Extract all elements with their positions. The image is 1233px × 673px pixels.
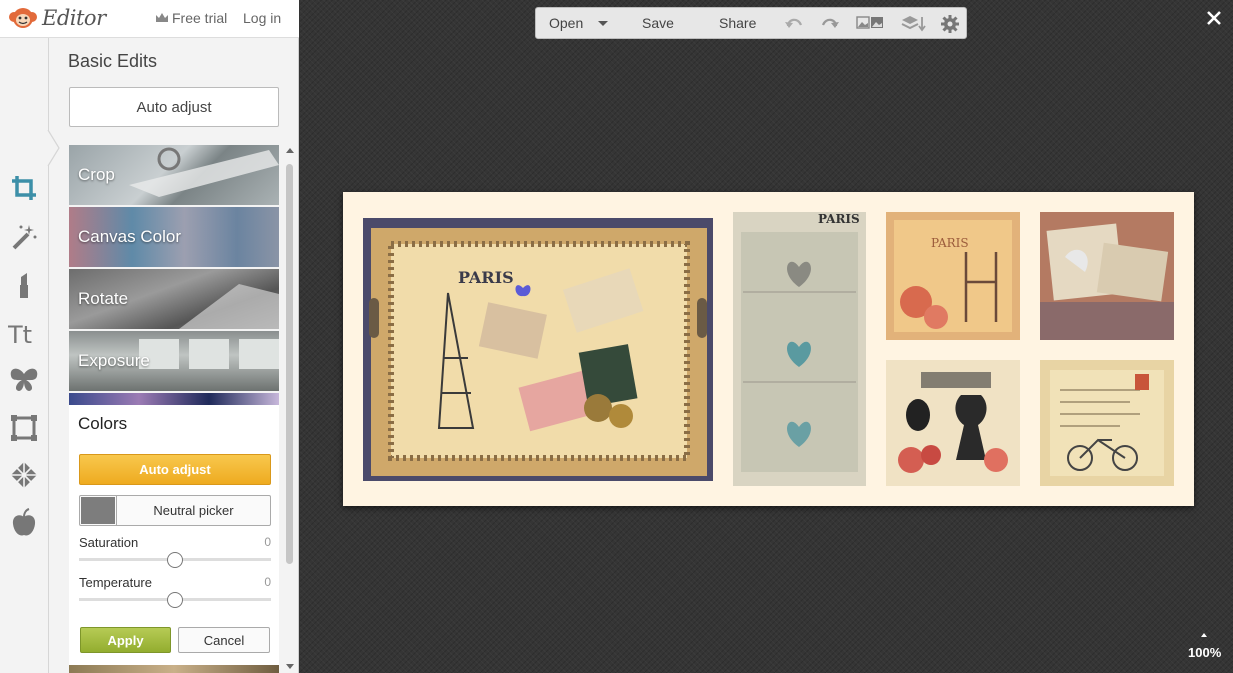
scroll-thumb[interactable] xyxy=(286,164,293,564)
photo-bicycle[interactable] xyxy=(1040,360,1174,486)
photo-hearts[interactable]: PARIS xyxy=(733,212,866,486)
panel-title: Basic Edits xyxy=(68,51,158,71)
tray-title: PARIS xyxy=(458,268,514,287)
panel-scrollbar[interactable] xyxy=(284,146,295,673)
scroll-down-arrow-icon[interactable] xyxy=(286,664,294,669)
compare-icon[interactable] xyxy=(856,14,886,32)
active-tool-pointer xyxy=(47,130,60,166)
photo-chair[interactable]: PARIS xyxy=(886,212,1020,340)
chair-title: PARIS xyxy=(931,236,969,250)
monkey-logo-icon xyxy=(8,6,38,30)
colors-auto-adjust-button[interactable]: Auto adjust xyxy=(79,454,271,485)
colors-panel: Colors Auto adjust Neutral picker Satura… xyxy=(69,405,279,665)
colors-title: Colors xyxy=(78,414,128,433)
next-tile-image xyxy=(69,665,279,673)
crop-tile[interactable]: Crop xyxy=(69,145,279,205)
save-button[interactable]: Save xyxy=(642,8,674,38)
open-label: Open xyxy=(549,15,584,31)
tool-rail: Tt xyxy=(0,38,49,673)
crop-label: Crop xyxy=(78,165,115,184)
photo-postcards[interactable] xyxy=(1040,212,1174,340)
saturation-value: 0 xyxy=(264,535,271,549)
hearts-title: PARIS xyxy=(818,212,860,226)
share-button[interactable]: Share xyxy=(719,8,756,38)
left-panel: Editor Free trial Log in Tt Basic Edits … xyxy=(0,0,299,673)
zoom-level[interactable]: 100% xyxy=(1188,645,1221,660)
layers-icon[interactable] xyxy=(900,14,926,32)
cancel-button[interactable]: Cancel xyxy=(178,627,270,653)
apply-button[interactable]: Apply xyxy=(80,627,171,653)
redo-icon[interactable] xyxy=(820,14,840,32)
photo-collage[interactable]: PARIS PARIS PARIS xyxy=(343,192,1194,506)
magic-wand-icon[interactable] xyxy=(8,221,40,253)
exposure-tile[interactable]: Exposure xyxy=(69,331,279,391)
log-in-link[interactable]: Log in xyxy=(243,10,281,26)
butterfly-icon[interactable] xyxy=(8,364,40,396)
logo[interactable]: Editor xyxy=(8,6,106,30)
svg-text:Tt: Tt xyxy=(8,321,32,347)
neutral-picker-label: Neutral picker xyxy=(116,496,270,525)
scroll-up-arrow-icon[interactable] xyxy=(286,148,294,153)
photo-dressform[interactable] xyxy=(886,360,1020,486)
text-tool-icon[interactable]: Tt xyxy=(8,317,40,349)
temperature-slider-knob[interactable] xyxy=(167,592,183,608)
neutral-swatch xyxy=(81,497,115,524)
save-label: Save xyxy=(642,15,674,31)
crown-icon xyxy=(155,10,169,26)
saturation-label: Saturation xyxy=(79,535,139,550)
rotate-tile[interactable]: Rotate xyxy=(69,269,279,329)
apple-icon[interactable] xyxy=(8,507,40,539)
settings-gear-icon[interactable] xyxy=(940,14,960,33)
undo-icon[interactable] xyxy=(784,14,804,32)
share-label: Share xyxy=(719,15,757,31)
canvas-color-tile[interactable]: Canvas Color xyxy=(69,207,279,267)
auto-adjust-button[interactable]: Auto adjust xyxy=(69,87,279,127)
saturation-slider-knob[interactable] xyxy=(167,552,183,568)
free-trial-link[interactable]: Free trial xyxy=(155,10,227,26)
top-bar: Editor Free trial Log in xyxy=(0,0,299,38)
colors-tile-image xyxy=(69,393,279,405)
open-button[interactable]: Open xyxy=(549,8,583,38)
rotate-label: Rotate xyxy=(78,289,129,308)
temperature-value: 0 xyxy=(264,575,271,589)
app-name: Editor xyxy=(42,6,106,30)
crop-tool-icon[interactable] xyxy=(8,172,40,204)
close-icon[interactable] xyxy=(1204,8,1224,28)
canvas-color-label: Canvas Color xyxy=(78,227,181,246)
texture-icon[interactable] xyxy=(8,459,40,491)
neutral-picker-button[interactable]: Neutral picker xyxy=(79,495,271,526)
exposure-label: Exposure xyxy=(78,351,150,370)
free-trial-label: Free trial xyxy=(172,10,228,26)
canvas-workarea: Open Save Share PARIS PARIS PARIS 100% xyxy=(300,0,1233,673)
temperature-label: Temperature xyxy=(79,575,152,590)
lipstick-icon[interactable] xyxy=(8,269,40,301)
open-dropdown-icon[interactable] xyxy=(597,16,617,34)
photo-tray[interactable]: PARIS xyxy=(363,218,713,481)
top-toolbar: Open Save Share xyxy=(535,7,967,39)
zoom-up-arrow-icon[interactable] xyxy=(1201,633,1207,637)
frame-icon[interactable] xyxy=(8,412,40,444)
